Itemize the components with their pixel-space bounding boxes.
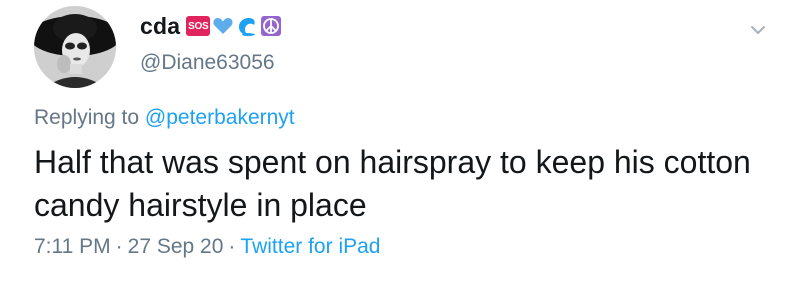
display-name[interactable]: cda bbox=[140, 13, 180, 40]
meta-separator: · bbox=[115, 235, 123, 258]
wave-icon bbox=[236, 15, 258, 37]
avatar[interactable] bbox=[34, 6, 116, 88]
tweet-meta: 7:11 PM · 27 Sep 20 · Twitter for iPad bbox=[34, 235, 380, 259]
tweet-source-link[interactable]: Twitter for iPad bbox=[240, 235, 380, 259]
sos-badge: SOS bbox=[186, 16, 211, 36]
tweet-date[interactable]: 27 Sep 20 bbox=[128, 235, 224, 259]
tweet-time[interactable]: 7:11 PM bbox=[34, 235, 111, 259]
peace-symbol-icon bbox=[260, 15, 282, 37]
author-name-row: cda SOS bbox=[140, 12, 282, 40]
reply-mention-link[interactable]: @peterbakernyt bbox=[145, 106, 295, 129]
chevron-down-icon[interactable] bbox=[748, 20, 768, 40]
tweet-card: cda SOS @Diane63056 Replying to @peterba… bbox=[0, 0, 800, 283]
blue-heart-icon bbox=[212, 15, 234, 37]
replying-label: Replying to bbox=[34, 106, 140, 129]
tweet-text: Half that was spent on hairspray to keep… bbox=[34, 144, 751, 223]
user-handle[interactable]: @Diane63056 bbox=[140, 51, 275, 75]
replying-to: Replying to @peterbakernyt bbox=[34, 106, 295, 130]
meta-separator: · bbox=[228, 235, 236, 258]
name-emoji-group: SOS bbox=[186, 15, 282, 37]
profile-photo bbox=[34, 6, 116, 88]
